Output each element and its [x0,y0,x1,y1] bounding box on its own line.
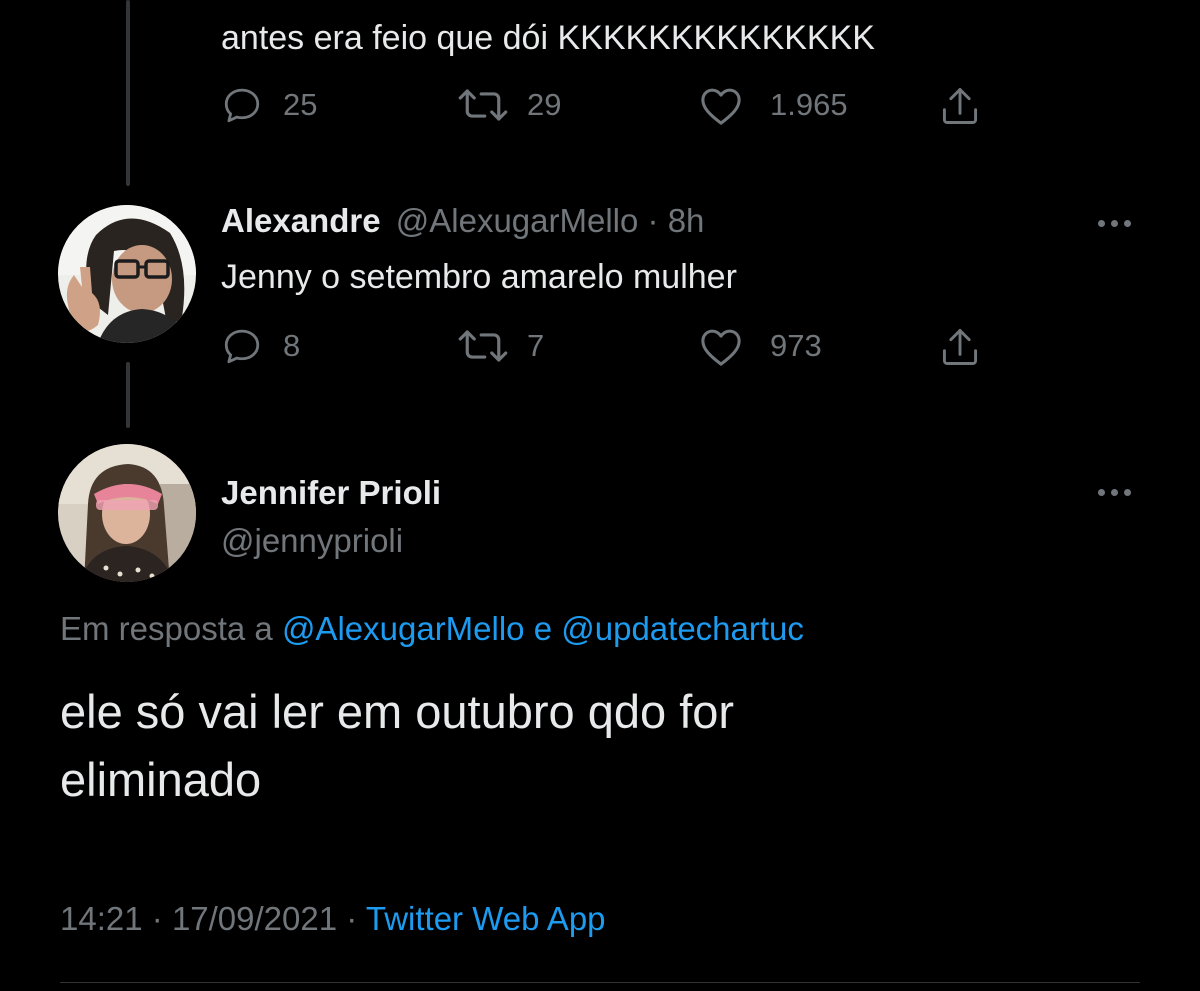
tweet-2-share-button[interactable] [938,325,982,369]
reply-mention-alexugarmello[interactable]: @AlexugarMello [282,610,525,647]
share-icon [938,84,982,128]
more-options-icon[interactable] [1098,220,1131,227]
tweet-2-text: Jenny o setembro amarelo mulher [221,258,737,296]
thread-line-middle [126,362,130,428]
alexandre-time[interactable]: 8h [668,202,705,239]
tweet-2-reply-count: 8 [283,328,301,363]
alexandre-handle[interactable]: @AlexugarMello [396,202,639,239]
tweet-source[interactable]: Twitter Web App [366,900,606,937]
reply-icon [221,325,263,367]
alexandre-name[interactable]: Alexandre [221,202,381,239]
reply-context: Em resposta a @AlexugarMello e @updatech… [60,610,804,648]
more-options-icon[interactable] [1098,489,1131,496]
tweet-2-like-button[interactable]: 973 [698,325,822,367]
tweet-2-like-count: 973 [770,328,822,363]
jennifer-handle[interactable]: @jennyprioli [221,522,403,560]
tweet-1-reply-count: 25 [283,87,318,122]
jennifer-name[interactable]: Jennifer Prioli [221,474,441,512]
alexandre-header: Alexandre @AlexugarMello · 8h [221,202,704,240]
jennifer-avatar[interactable] [58,444,196,582]
share-icon [938,325,982,369]
alexandre-avatar[interactable] [58,205,196,343]
heart-icon [698,325,744,367]
tweet-metadata: 14:21 · 17/09/2021 · Twitter Web App [60,900,606,938]
tweet-2-reply-button[interactable]: 8 [221,325,300,367]
thread-line-top [126,0,130,186]
retweet-icon [455,325,511,367]
metadata-separator: · [346,900,358,937]
tweet-1-text: antes era feio que dói KKKKKKKKKKKKKK [221,19,875,57]
reply-prefix: Em resposta a [60,610,273,647]
tweet-date[interactable]: 17/09/2021 [172,900,337,937]
tweet-1-retweet-count: 29 [527,87,562,122]
reply-joiner: e [533,610,553,647]
tweet-1-like-count: 1.965 [770,87,848,122]
heart-icon [698,84,744,126]
reply-icon [221,84,263,126]
tweet-2-retweet-button[interactable]: 7 [455,325,544,367]
tweet-1-like-button[interactable]: 1.965 [698,84,848,126]
divider [60,982,1140,983]
main-tweet-text: ele só vai ler em outubro qdo for elimin… [60,685,735,806]
tweet-1-share-button[interactable] [938,84,982,128]
tweet-2-retweet-count: 7 [527,328,545,363]
header-separator: · [647,202,659,239]
tweet-1-reply-button[interactable]: 25 [221,84,317,126]
metadata-separator: · [151,900,163,937]
tweet-time[interactable]: 14:21 [60,900,143,937]
retweet-icon [455,84,511,126]
tweet-1-retweet-button[interactable]: 29 [455,84,561,126]
reply-mention-updatechartuc[interactable]: @updatechartuc [561,610,804,647]
